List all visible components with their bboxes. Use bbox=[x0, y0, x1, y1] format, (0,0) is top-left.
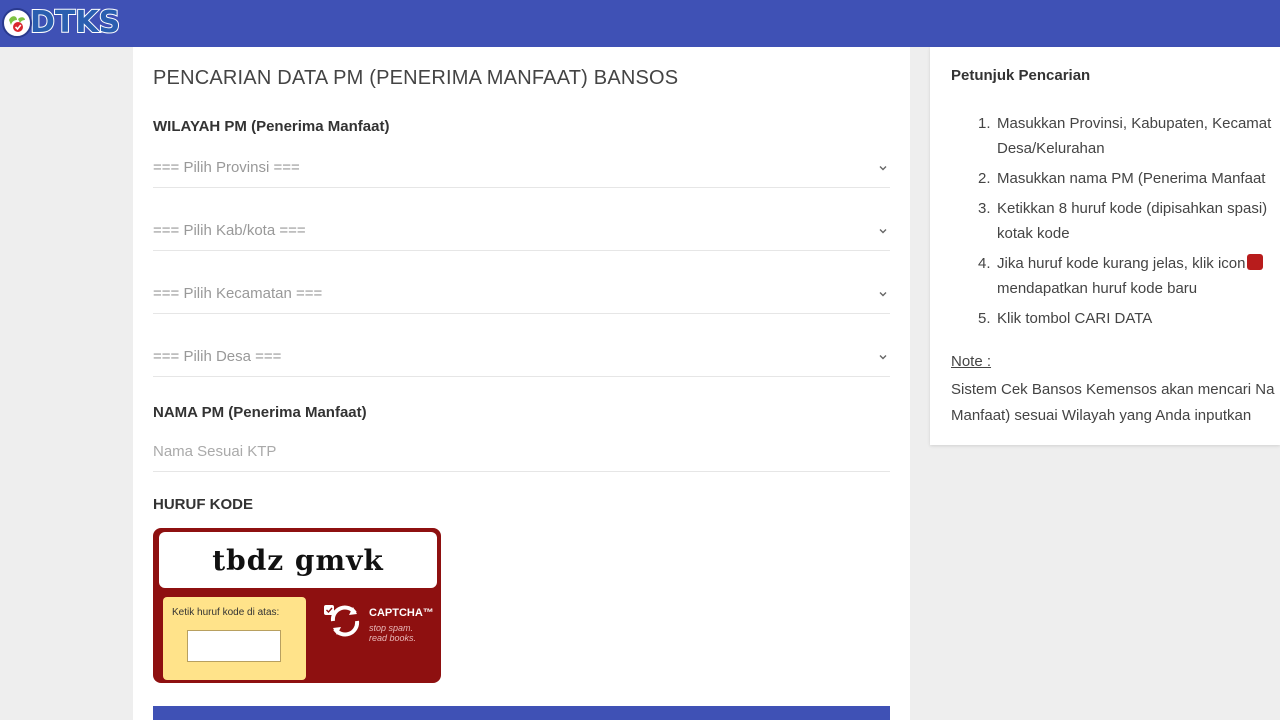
note-line: Manfaat) sesuai Wilayah yang Anda inputk… bbox=[951, 407, 1252, 424]
chevron-down-icon bbox=[879, 291, 887, 296]
step-text: Masukkan nama PM (Penerima Manfaat bbox=[997, 170, 1266, 187]
step-number: 2. bbox=[978, 170, 991, 187]
provinsi-select-value: === Pilih Provinsi === bbox=[153, 159, 300, 176]
kabkota-select-value: === Pilih Kab/kota === bbox=[153, 222, 306, 239]
step-number: 3. bbox=[978, 200, 991, 217]
kecamatan-select-value: === Pilih Kecamatan === bbox=[153, 285, 323, 302]
captcha-brand-name: CAPTCHA™ bbox=[369, 607, 434, 619]
desa-select[interactable]: === Pilih Desa === bbox=[153, 337, 890, 377]
step-text: Masukkan Provinsi, Kabupaten, Kecamat bbox=[997, 115, 1272, 132]
list-item: 5. Klik tombol CARI DATA bbox=[978, 306, 1280, 331]
huruf-kode-label: HURUF KODE bbox=[153, 496, 253, 513]
list-item: 2. Masukkan nama PM (Penerima Manfaat bbox=[978, 166, 1280, 191]
captcha-challenge-image: tbdz gmvk bbox=[159, 532, 437, 588]
logo-text: DTKS bbox=[29, 5, 121, 40]
reload-icon bbox=[1247, 254, 1264, 270]
note-label: Note : bbox=[951, 353, 992, 370]
dtks-logo[interactable]: DTKS bbox=[2, 4, 132, 42]
captcha-prompt: Ketik huruf kode di atas: bbox=[172, 607, 280, 618]
instructions-title: Petunjuk Pencarian bbox=[951, 67, 1091, 84]
nama-input[interactable] bbox=[153, 432, 890, 472]
captcha-widget: tbdz gmvk Ketik huruf kode di atas: CAPT… bbox=[153, 528, 441, 683]
captcha-input[interactable] bbox=[187, 630, 281, 662]
step-text: kotak kode bbox=[997, 225, 1070, 242]
step-number: 5. bbox=[978, 310, 991, 327]
step-number: 4. bbox=[978, 255, 991, 272]
captcha-input-area: Ketik huruf kode di atas: bbox=[163, 597, 306, 680]
step-text: Ketikkan 8 huruf kode (dipisahkan spasi) bbox=[997, 200, 1268, 217]
list-item: 1. Masukkan Provinsi, Kabupaten, Kecamat… bbox=[978, 111, 1280, 161]
top-bar: DTKS bbox=[0, 0, 1280, 47]
list-item: 3. Ketikkan 8 huruf kode (dipisahkan spa… bbox=[978, 196, 1280, 246]
dtks-logo-icon bbox=[2, 8, 32, 38]
desa-select-value: === Pilih Desa === bbox=[153, 348, 282, 365]
step-text: mendapatkan huruf kode baru bbox=[997, 280, 1198, 297]
chevron-down-icon bbox=[879, 228, 887, 233]
step-number: 1. bbox=[978, 115, 991, 132]
search-form-card: PENCARIAN DATA PM (PENERIMA MANFAAT) BAN… bbox=[133, 47, 910, 720]
note-line: Sistem Cek Bansos Kemensos akan mencari … bbox=[951, 381, 1275, 398]
captcha-tagline: stop spam. bbox=[369, 623, 414, 633]
captcha-tagline: read books. bbox=[369, 633, 417, 643]
step-text: Klik tombol CARI DATA bbox=[997, 310, 1153, 327]
kecamatan-select[interactable]: === Pilih Kecamatan === bbox=[153, 274, 890, 314]
reload-icon[interactable] bbox=[323, 599, 367, 643]
instructions-list: 1. Masukkan Provinsi, Kabupaten, Kecamat… bbox=[978, 111, 1280, 336]
nama-label: NAMA PM (Penerima Manfaat) bbox=[153, 404, 367, 421]
step-text: Jika huruf kode kurang jelas, klik icon bbox=[997, 255, 1246, 272]
kabkota-select[interactable]: === Pilih Kab/kota === bbox=[153, 211, 890, 251]
chevron-down-icon bbox=[879, 165, 887, 170]
chevron-down-icon bbox=[879, 354, 887, 359]
instructions-card: Petunjuk Pencarian 1. Masukkan Provinsi,… bbox=[930, 47, 1280, 445]
wilayah-label: WILAYAH PM (Penerima Manfaat) bbox=[153, 118, 390, 135]
provinsi-select[interactable]: === Pilih Provinsi === bbox=[153, 148, 890, 188]
captcha-branding: CAPTCHA™ stop spam. read books. bbox=[319, 597, 435, 657]
list-item: 4. Jika huruf kode kurang jelas, klik ic… bbox=[978, 251, 1280, 301]
note-text: Sistem Cek Bansos Kemensos akan mencari … bbox=[951, 377, 1280, 429]
page-title: PENCARIAN DATA PM (PENERIMA MANFAAT) BAN… bbox=[153, 67, 679, 89]
step-text: Desa/Kelurahan bbox=[997, 140, 1105, 157]
cari-data-button[interactable] bbox=[153, 706, 890, 720]
